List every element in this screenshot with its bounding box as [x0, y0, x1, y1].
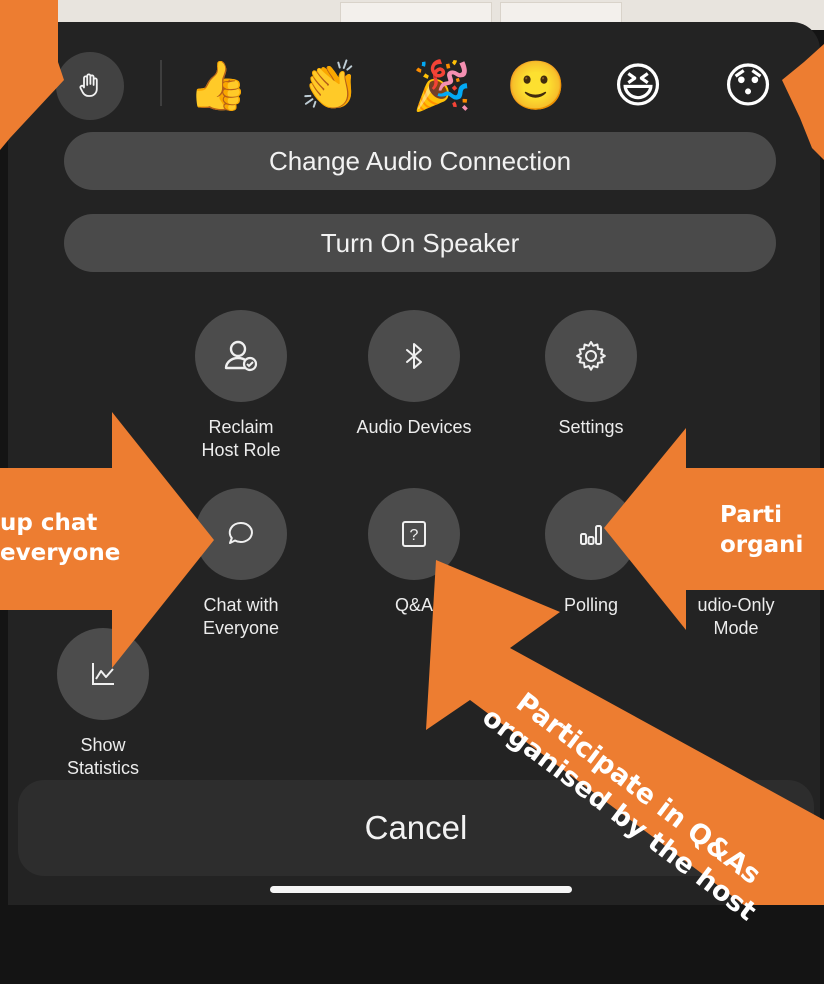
screenshot-root: 👍 👏 🎉 🙂 😆 😯 Change Audio Connection Turn…	[0, 0, 824, 927]
arrow-to-surprised-reaction	[782, 0, 824, 160]
annotation-layer	[0, 0, 824, 905]
chat-callout-text: up chat everyone	[0, 510, 121, 566]
polling-callout-text: Parti organi	[720, 502, 804, 558]
arrow-to-raise-hand	[0, 0, 64, 150]
